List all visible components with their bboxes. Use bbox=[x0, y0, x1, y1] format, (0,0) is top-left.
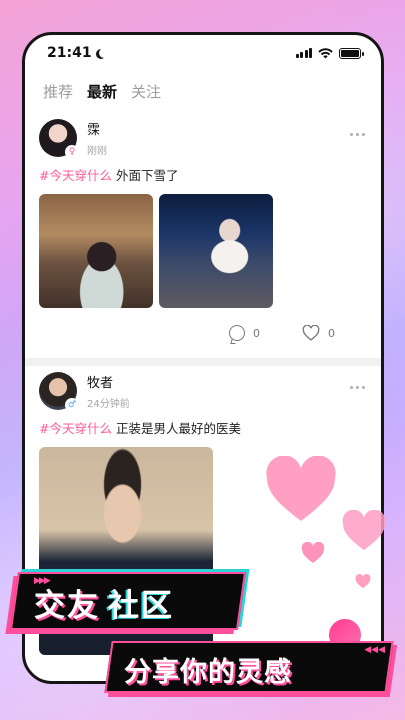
hashtag-link[interactable]: #今天穿什么 bbox=[39, 168, 112, 183]
banner-title: 交友 社区 bbox=[34, 580, 174, 625]
heart-icon bbox=[301, 542, 325, 563]
post-actions: 0 0 bbox=[39, 308, 367, 358]
more-options-icon[interactable] bbox=[350, 386, 365, 389]
status-time: 21:41 bbox=[47, 45, 106, 61]
feed-tabs: 推荐 最新 关注 bbox=[43, 81, 161, 102]
cafe-photo[interactable] bbox=[39, 194, 153, 308]
status-icons bbox=[295, 47, 364, 59]
avatar[interactable]: ♀ bbox=[39, 119, 79, 159]
comment-count: 0 bbox=[253, 326, 260, 340]
like-count: 0 bbox=[328, 326, 335, 340]
username[interactable]: 霂 bbox=[87, 119, 107, 138]
more-options-icon[interactable] bbox=[350, 133, 365, 136]
moon-icon bbox=[99, 48, 109, 58]
battery-icon bbox=[339, 47, 364, 59]
post-header: ♂ 牧者 24分钟前 bbox=[39, 366, 367, 416]
banner-title-part1: 交友 bbox=[34, 588, 100, 624]
heart-icon bbox=[342, 510, 386, 551]
post-caption: #今天穿什么 正装是男人最好的医美 bbox=[39, 418, 367, 437]
post-time: 24分钟前 bbox=[87, 399, 130, 410]
avatar[interactable]: ♂ bbox=[39, 372, 79, 412]
image-row bbox=[39, 194, 367, 308]
tab-recommend[interactable]: 推荐 bbox=[43, 81, 73, 102]
post-divider bbox=[25, 358, 381, 366]
post-header: ♀ 霂 刚刚 bbox=[39, 113, 367, 163]
tab-latest[interactable]: 最新 bbox=[87, 81, 117, 102]
comment-button[interactable]: 0 bbox=[229, 325, 260, 341]
signal-icon bbox=[295, 48, 312, 58]
post-card[interactable]: ♀ 霂 刚刚 #今天穿什么 外面下雪了 0 0 bbox=[25, 113, 381, 358]
heart-icon bbox=[266, 456, 336, 521]
comment-icon bbox=[229, 325, 245, 341]
username[interactable]: 牧者 bbox=[87, 372, 130, 391]
post-caption: #今天穿什么 外面下雪了 bbox=[39, 165, 367, 184]
status-bar: 21:41 bbox=[25, 35, 381, 71]
post-time: 刚刚 bbox=[87, 146, 107, 157]
heart-icon bbox=[355, 574, 371, 589]
caption-text: 外面下雪了 bbox=[115, 168, 179, 183]
banner-subtitle: 分享你的灵感 bbox=[124, 657, 292, 688]
decorative-arrows-icon: ◀◀◀ bbox=[364, 645, 385, 655]
time-text: 21:41 bbox=[47, 45, 92, 61]
tab-following[interactable]: 关注 bbox=[131, 81, 161, 102]
floating-hearts bbox=[245, 450, 405, 620]
snow-street-photo[interactable] bbox=[159, 194, 273, 308]
male-gender-icon: ♂ bbox=[65, 398, 79, 412]
wifi-icon bbox=[318, 47, 333, 58]
female-gender-icon: ♀ bbox=[65, 145, 79, 159]
like-button[interactable]: 0 bbox=[302, 325, 335, 341]
heart-icon bbox=[302, 325, 320, 341]
hashtag-link[interactable]: #今天穿什么 bbox=[39, 421, 112, 436]
caption-text: 正装是男人最好的医美 bbox=[115, 421, 241, 436]
banner-title-part2: 社区 bbox=[108, 588, 174, 624]
